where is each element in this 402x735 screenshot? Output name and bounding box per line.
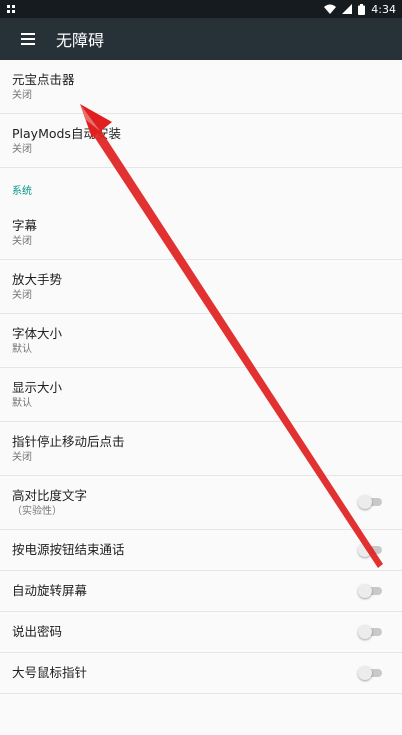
setting-high-contrast-text[interactable]: 高对比度文字 （实验性） [0,476,402,530]
setting-summary: 关闭 [12,144,32,155]
battery-icon [358,3,366,15]
setting-power-button-ends-call[interactable]: 按电源按钮结束通话 [0,530,402,571]
setting-title: 放大手势 [12,272,63,287]
setting-auto-rotate[interactable]: 自动旋转屏幕 [0,571,402,612]
speak-passwords-toggle[interactable] [358,625,382,639]
setting-summary: 关闭 [12,236,32,247]
setting-title: 字幕 [12,218,38,233]
setting-summary: 关闭 [12,290,32,301]
menu-icon[interactable] [0,18,56,60]
setting-title: 按电源按钮结束通话 [12,542,125,557]
setting-dwell-click[interactable]: 指针停止移动后点击 关闭 [0,422,402,476]
setting-title: 显示大小 [12,380,63,395]
high-contrast-toggle[interactable] [358,495,382,509]
auto-rotate-toggle[interactable] [358,584,382,598]
app-bar: 无障碍 [0,18,402,60]
setting-playmods-autoinstall[interactable]: PlayMods自动安装 关闭 [0,114,402,168]
setting-title: 元宝点击器 [12,72,75,87]
setting-speak-passwords[interactable]: 说出密码 [0,612,402,653]
status-bar: 4:34 [0,0,402,18]
setting-summary: 默认 [12,398,32,409]
power-button-ends-call-toggle[interactable] [358,543,382,557]
setting-title: PlayMods自动安装 [12,126,121,141]
section-header-system: 系统 [12,186,32,197]
setting-summary: 默认 [12,344,32,355]
notification-icon [6,4,16,14]
setting-large-mouse-pointer[interactable]: 大号鼠标指针 [0,653,402,694]
settings-list: 元宝点击器 关闭 PlayMods自动安装 关闭 系统 字幕 关闭 放大手势 关… [0,60,402,735]
setting-title: 说出密码 [12,624,63,639]
signal-icon [342,4,353,14]
clock: 4:34 [371,2,396,16]
setting-title: 高对比度文字 [12,488,88,503]
setting-title: 指针停止移动后点击 [12,434,125,449]
setting-font-size[interactable]: 字体大小 默认 [0,314,402,368]
setting-summary: 关闭 [12,452,32,463]
large-mouse-pointer-toggle[interactable] [358,666,382,680]
wifi-icon [324,4,337,14]
setting-partially-visible[interactable] [0,694,402,735]
setting-magnification-gesture[interactable]: 放大手势 关闭 [0,260,402,314]
setting-summary: （实验性） [12,506,62,517]
setting-title: 大号鼠标指针 [12,665,88,680]
setting-title: 自动旋转屏幕 [12,583,88,598]
setting-yuanbao-clicker[interactable]: 元宝点击器 关闭 [0,60,402,114]
setting-summary: 关闭 [12,90,32,101]
setting-display-size[interactable]: 显示大小 默认 [0,368,402,422]
setting-title: 字体大小 [12,326,63,341]
page-title: 无障碍 [56,31,105,50]
setting-captions[interactable]: 字幕 关闭 [0,206,402,260]
